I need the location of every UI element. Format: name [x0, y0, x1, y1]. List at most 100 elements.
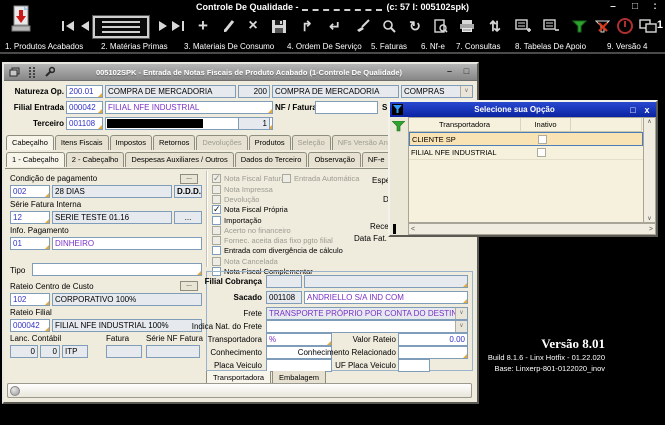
copy-add-icon[interactable] — [512, 15, 534, 37]
indica-nat-frete-select[interactable]: ∨ — [266, 320, 468, 333]
info-pagamento-code-field[interactable]: 01 — [10, 237, 50, 250]
import-icon[interactable] — [7, 3, 35, 35]
inativo-checkbox[interactable] — [537, 148, 546, 157]
scroll-right-icon[interactable]: > — [649, 226, 653, 233]
popup-close-button[interactable]: x — [640, 104, 654, 116]
scroll-left-icon[interactable]: < — [411, 226, 415, 233]
popup-title: Selecione sua Opção — [403, 105, 626, 114]
sort-icon[interactable]: ⇅ — [484, 15, 506, 37]
brush-icon[interactable] — [352, 15, 374, 37]
filial-entrada-code-field[interactable]: 000042 — [66, 101, 103, 114]
natureza-group-select[interactable]: COMPRAS∨ — [401, 85, 473, 98]
condicao-lookup-button[interactable]: ... — [180, 174, 198, 184]
serie-fatura-code-field[interactable]: 12 — [10, 211, 50, 224]
grid-dots-icon[interactable] — [24, 66, 39, 79]
refresh-icon[interactable]: ↻ — [404, 15, 426, 37]
checkbox-box[interactable] — [212, 246, 221, 255]
valor-rateio-field[interactable]: 0.00 — [398, 333, 468, 346]
monitors-icon[interactable] — [637, 15, 659, 37]
menu-versao4[interactable]: 9. Versão 4 — [607, 42, 647, 51]
popup-maximize-button[interactable]: □ — [626, 104, 640, 116]
scroll-up-icon[interactable]: ∧ — [647, 118, 651, 125]
inativo-checkbox[interactable] — [538, 135, 547, 144]
menu-materiais-consumo[interactable]: 3. Materiais De Consumo — [184, 42, 274, 51]
confirm-icon[interactable]: ↵ — [324, 15, 346, 37]
popup-titlebar[interactable]: Selecione sua Opção □ x — [390, 102, 656, 117]
scroll-down-icon[interactable]: ∨ — [647, 215, 651, 222]
tab-observacao[interactable]: Observação — [308, 152, 360, 167]
preview-icon[interactable] — [430, 15, 452, 37]
checkbox-box[interactable] — [212, 216, 221, 225]
form-titlebar[interactable]: 005102SPK - Entrada de Notas Fiscais de … — [4, 64, 477, 81]
serie-fatura-lookup-button[interactable]: ... — [174, 211, 202, 224]
browse-icon[interactable] — [93, 16, 149, 38]
wrench-icon[interactable] — [41, 66, 56, 79]
checkbox-importacao[interactable]: Importação — [212, 215, 262, 225]
grid-row[interactable]: CLIENTE SP — [409, 132, 643, 146]
column-header-transportadora[interactable]: Transportadora — [409, 118, 521, 132]
frete-select[interactable]: TRANSPORTE PRÓPRIO POR CONTA DO DESTINAT… — [266, 307, 468, 320]
menu-consultas[interactable]: 7. Consultas — [456, 42, 500, 51]
delete-icon[interactable]: × — [242, 15, 264, 37]
tab-impostos[interactable]: Impostos — [110, 135, 152, 150]
transportadora-field[interactable]: % — [266, 333, 332, 346]
chevron-down-icon[interactable]: ∨ — [460, 86, 472, 97]
nf-fatura-label: NF / Fatura — [275, 102, 312, 113]
search-icon[interactable] — [378, 15, 400, 37]
serie-fatura-desc-field: SERIE TESTE 01.16 — [52, 211, 172, 224]
tab-2-cabecalho[interactable]: 2 - Cabeçalho — [66, 152, 125, 167]
add-icon[interactable]: + — [192, 15, 214, 37]
grid-row[interactable]: FILIAL NFE INDUSTRIAL — [409, 146, 643, 160]
tab-despesas[interactable]: Despesas Auxiliares / Outros — [125, 152, 233, 167]
checkbox-box[interactable] — [212, 205, 221, 214]
checkbox-divergencia-calculo[interactable]: Entrada com divergência de cálculo — [212, 245, 343, 255]
natureza-op-code-field[interactable]: 200.01 — [66, 85, 103, 98]
conhecimento-relacionado-field[interactable] — [398, 346, 468, 359]
tab-1-cabecalho[interactable]: 1 - Cabeçalho — [6, 152, 65, 167]
menu-nfe[interactable]: 6. Nf-e — [421, 42, 445, 51]
rateio-cc-code-field[interactable]: 102 — [10, 293, 50, 306]
menu-materias-primas[interactable]: 2. Matérias Primas — [101, 42, 168, 51]
restore-icon[interactable] — [7, 66, 22, 79]
tab-itens-fiscais[interactable]: Itens Fiscais — [55, 135, 109, 150]
clear-filter-icon[interactable] — [591, 15, 613, 37]
edit-icon[interactable] — [218, 15, 240, 37]
filter-green-icon[interactable] — [392, 121, 405, 132]
last-record-icon[interactable] — [167, 15, 189, 37]
chevron-down-icon[interactable]: ∨ — [455, 308, 467, 319]
menu-faturas[interactable]: 5. Faturas — [371, 42, 407, 51]
print-icon[interactable] — [456, 15, 478, 37]
tab-produtos[interactable]: Produtos — [249, 135, 291, 150]
form-maximize-button[interactable]: □ — [459, 66, 474, 78]
tab-cabecalho[interactable]: Cabeçalho — [6, 135, 54, 150]
nf-fatura-field[interactable] — [315, 101, 378, 114]
app-maximize-button[interactable]: □ — [627, 1, 643, 12]
tab-dados-terceiro[interactable]: Dados do Terceiro — [235, 152, 308, 167]
copy-remove-icon[interactable] — [540, 15, 562, 37]
vertical-scrollbar[interactable]: ∧∨ — [643, 117, 656, 223]
horizontal-scrollbar[interactable]: <> — [408, 223, 656, 235]
chevron-down-icon[interactable]: ∨ — [455, 321, 467, 332]
filter-icon[interactable] — [568, 15, 590, 37]
exit-icon[interactable] — [614, 15, 636, 37]
terceiro-code-field[interactable]: 001108 — [66, 117, 103, 130]
tab-nfe[interactable]: NF-e — [362, 152, 391, 167]
rateio-filial-code-field[interactable]: 000042 — [10, 319, 50, 332]
condicao-code-field[interactable]: 002 — [10, 185, 50, 198]
tab-retornos[interactable]: Retornos — [153, 135, 195, 150]
app-minimize-button[interactable]: – — [605, 1, 621, 12]
menu-produtos-acabados[interactable]: 1. Produtos Acabados — [5, 42, 83, 51]
menu-tabelas-apoio[interactable]: 8. Tabelas De Apoio — [515, 42, 586, 51]
filial-entrada-desc-field[interactable]: FILIAL NFE INDUSTRIAL — [105, 101, 273, 114]
app-close-button[interactable]: : — [647, 1, 663, 12]
save-icon[interactable] — [268, 15, 290, 37]
tipo-field[interactable] — [32, 263, 202, 276]
info-pagamento-desc-field[interactable]: DINHEIRO — [52, 237, 202, 250]
sacado-desc-field[interactable]: ANDRIELLO S/A IND COM — [304, 291, 468, 304]
column-header-inativo[interactable]: Inativo — [521, 118, 571, 132]
checkbox-nota-fiscal-propria[interactable]: Nota Fiscal Própria — [212, 204, 288, 214]
uf-placa-veiculo-field[interactable] — [398, 359, 430, 372]
menu-ordem-servico[interactable]: 4. Ordem De Serviço — [287, 42, 362, 51]
post-icon[interactable]: ↱ — [296, 15, 318, 37]
form-minimize-button[interactable]: – — [442, 66, 457, 78]
